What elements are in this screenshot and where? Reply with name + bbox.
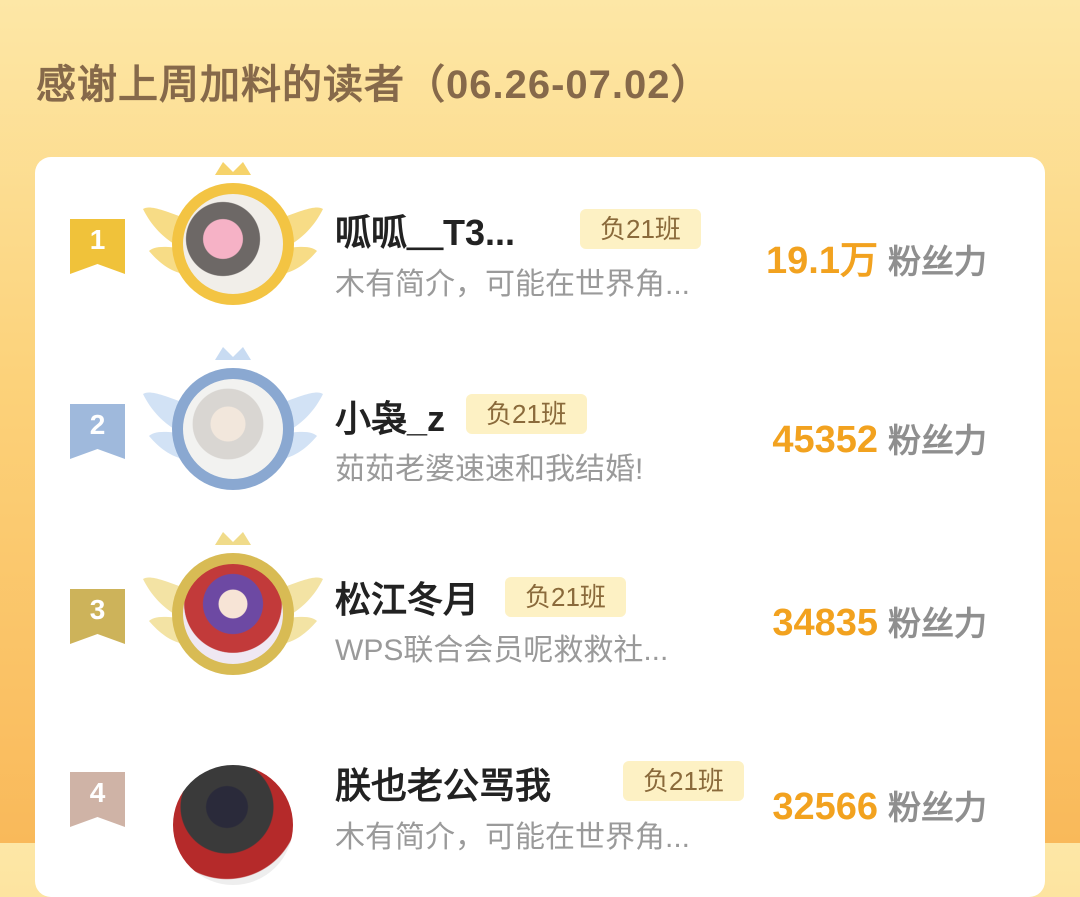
fans-power: 34835 粉丝力 [772,597,987,645]
reader-name[interactable]: 呱呱＿T3... [335,204,515,256]
fans-value: 32566 [772,786,878,828]
fans-unit: 粉丝力 [888,605,987,642]
reader-ranking-card: 1 呱呱＿T3... 负21班 木有简介，可能在世界角... 19.1万 粉丝力 … [35,157,1045,897]
reader-name[interactable]: 小袅_z [335,390,445,442]
rank-number: 1 [89,224,106,255]
rank-badge-2: 2 [70,404,125,464]
fans-value: 45352 [772,419,878,461]
rank-badge-1: 1 [70,219,125,279]
rank-number: 2 [89,409,106,440]
reader-bio: WPS联合会员呢救救社... [335,634,669,667]
rank-badge-3: 3 [70,589,125,649]
avatar-frame-2 [143,342,323,502]
reader-bio: 木有简介，可能在世界角... [335,268,691,301]
fans-unit: 粉丝力 [888,789,987,826]
class-tag: 负21班 [580,209,701,249]
avatar-1[interactable] [178,189,288,299]
reader-row-2[interactable]: 2 小袅_z 负21班 茹茹老婆速速和我结婚! 45352 粉丝力 [35,342,1045,502]
fans-unit: 粉丝力 [888,243,987,280]
avatar-frame-4 [143,717,323,885]
reader-row-3[interactable]: 3 松江冬月 负21班 WPS联合会员呢救救社... 34835 粉丝力 [35,527,1045,687]
rank-number: 4 [89,777,106,808]
reader-row-1[interactable]: 1 呱呱＿T3... 负21班 木有简介，可能在世界角... 19.1万 粉丝力 [35,157,1045,317]
reader-bio: 木有简介，可能在世界角... [335,821,691,854]
reader-name[interactable]: 朕也老公骂我 [335,757,551,809]
avatar-2[interactable] [178,374,288,484]
reader-name[interactable]: 松江冬月 [335,571,479,623]
fans-unit: 粉丝力 [888,422,987,459]
rank-number: 3 [89,594,106,625]
page-title: 感谢上周加料的读者（06.26-07.02） [36,63,712,107]
avatar-4[interactable] [173,765,293,885]
reader-bio: 茹茹老婆速速和我结婚! [335,453,644,486]
avatar-frame-3 [143,527,323,687]
fans-value: 19.1万 [766,240,878,282]
avatar-frame-1 [143,157,323,317]
rank-badge-4: 4 [70,772,125,832]
fans-power: 32566 粉丝力 [772,781,987,829]
reader-row-4[interactable]: 4 朕也老公骂我 负21班 木有简介，可能在世界角... 32566 粉丝力 [35,717,1045,885]
class-tag: 负21班 [466,394,587,434]
avatar-3[interactable] [178,559,288,669]
class-tag: 负21班 [623,761,744,801]
fans-value: 34835 [772,602,878,644]
class-tag: 负21班 [505,577,626,617]
fans-power: 19.1万 粉丝力 [766,229,987,284]
fans-power: 45352 粉丝力 [772,414,987,462]
